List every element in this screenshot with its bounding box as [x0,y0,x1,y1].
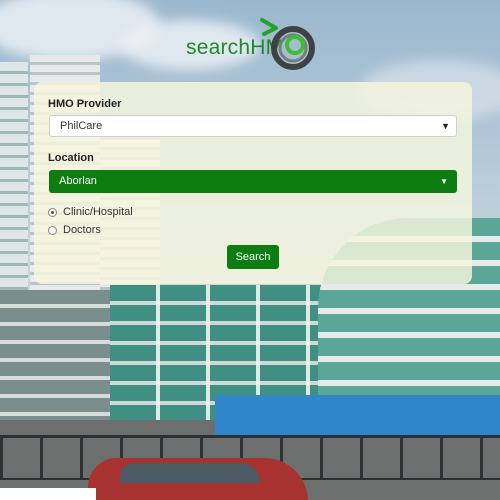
search-form-panel: HMO Provider PhilCare ▼ Location Aborlan… [34,82,472,284]
app-logo: searchHM [186,10,316,70]
radio-clinic-hospital[interactable]: Clinic/Hospital [48,205,133,219]
radio-doctors-label: Doctors [63,224,101,236]
radio-button-selected[interactable] [48,207,57,217]
radio-button[interactable] [48,225,57,235]
radio-doctors[interactable]: Doctors [48,223,101,237]
chevron-down-icon: ▼ [440,177,448,186]
location-value: Aborlan [59,175,97,187]
hmo-provider-label: HMO Provider [48,98,122,110]
location-select[interactable]: Aborlan ▼ [49,170,457,193]
search-button[interactable]: Search [227,245,279,269]
hmo-swirl-logo-icon [260,18,315,70]
location-label: Location [48,152,94,164]
radio-clinic-hospital-label: Clinic/Hospital [63,206,133,218]
hmo-provider-select[interactable]: PhilCare ▼ [49,115,457,137]
hmo-provider-value: PhilCare [60,120,103,132]
select-caret-icon: ▼ [441,121,450,131]
